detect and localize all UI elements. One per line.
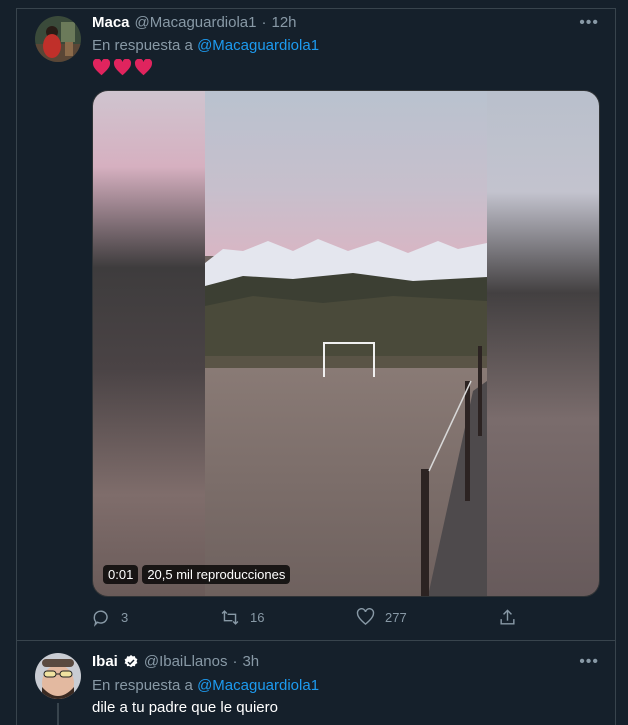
reply-prefix: En respuesta a [92,37,193,54]
more-horizontal-icon[interactable]: ••• [579,14,599,32]
separator: · [232,653,238,670]
tweet-ibai[interactable]: Ibai @IbaiLlanos · 3h ••• En respuesta a… [17,641,615,725]
like-count: 277 [385,609,407,625]
video-duration: 0:01 [103,565,139,584]
avatar[interactable] [35,16,81,62]
reply-mention-link[interactable]: @Macaguardiola1 [197,677,319,694]
timeline-right-border [615,8,616,725]
more-horizontal-icon[interactable]: ••• [579,653,599,671]
author-handle[interactable]: @IbaiLlanos [144,653,228,670]
video-frame [93,91,599,596]
retweet-button[interactable]: 16 [220,608,264,627]
tweet-text: ❤️❤️❤️ [92,59,153,76]
author-name[interactable]: Ibai [92,653,118,670]
avatar[interactable] [35,653,81,699]
video-views: 20,5 mil reproducciones [142,565,291,584]
timestamp[interactable]: 3h [242,653,259,670]
video-player[interactable]: 0:01 20,5 mil reproducciones [92,90,600,597]
reply-prefix: En respuesta a [92,677,193,694]
tweet-maca[interactable]: Maca @Macaguardiola1 · 12h ••• En respue… [17,8,615,641]
reply-button[interactable]: 3 [92,608,128,627]
heart-emoji-icon [92,59,111,76]
tweet-header: Ibai @IbaiLlanos · 3h [92,653,259,670]
like-button[interactable]: 277 [356,608,407,626]
author-handle[interactable]: @Macaguardiola1 [135,14,257,31]
timestamp[interactable]: 12h [272,14,297,31]
retweet-count: 16 [250,610,265,625]
share-icon [500,609,515,625]
tweet-header: Maca @Macaguardiola1 · 12h [92,14,297,31]
share-button[interactable] [498,608,517,627]
separator: · [261,14,267,31]
reply-icon [93,610,108,627]
tweet-text: dile a tu padre que le quiero [92,699,278,716]
retweet-icon [221,610,239,625]
thread-line [57,703,59,725]
reply-mention-link[interactable]: @Macaguardiola1 [197,37,319,54]
heart-emoji-icon [134,59,153,76]
reply-context: En respuesta a @Macaguardiola1 [92,677,319,694]
reply-count: 3 [121,610,129,625]
verified-badge-icon [124,654,138,667]
reply-context: En respuesta a @Macaguardiola1 [92,37,319,54]
heart-emoji-icon [113,59,132,76]
heart-icon [356,608,375,626]
video-info-badge: 0:01 20,5 mil reproducciones [103,565,291,584]
tweet-actions: 3 16 277 [92,608,532,630]
author-name[interactable]: Maca [92,14,130,31]
